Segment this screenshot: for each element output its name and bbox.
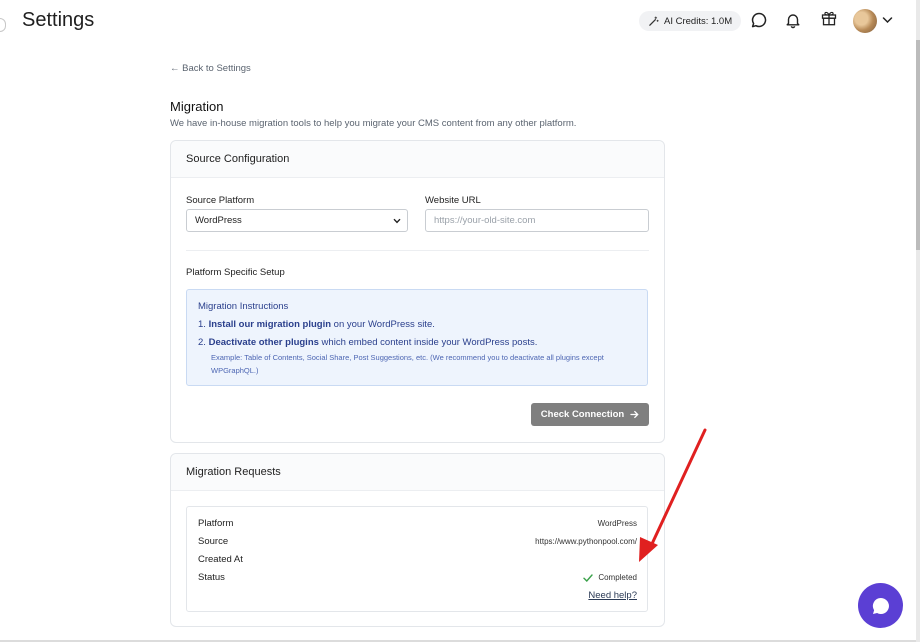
top-bar: Settings AI Credits: 1.0M <box>0 0 920 44</box>
arrow-right-icon <box>630 410 639 419</box>
status-badge: Completed <box>583 573 637 582</box>
source-key: Source <box>198 536 229 547</box>
status-value: Completed <box>598 573 637 582</box>
divider <box>186 250 649 251</box>
platform-key: Platform <box>198 518 234 529</box>
source-value: https://www.pythonpool.com/ <box>535 537 637 546</box>
migration-title: Migration <box>170 99 224 114</box>
ai-credits-badge[interactable]: AI Credits: 1.0M <box>639 11 742 31</box>
page-title: Settings <box>22 9 95 31</box>
chat-support-button[interactable] <box>858 583 903 628</box>
chat-bubble-icon <box>872 597 889 614</box>
chevron-down-icon[interactable] <box>882 16 893 24</box>
page-scrollbar[interactable] <box>916 0 920 642</box>
check-icon <box>583 573 594 582</box>
install-plugin-link[interactable]: Install our migration plugin <box>209 319 331 330</box>
website-url-input[interactable] <box>425 209 649 232</box>
card-title: Source Configuration <box>186 153 290 165</box>
chat-icon[interactable] <box>750 11 768 29</box>
check-connection-label: Check Connection <box>540 409 625 420</box>
need-help-link[interactable]: Need help? <box>588 590 637 601</box>
instruction-note: Example: Table of Contents, Social Share… <box>211 353 604 375</box>
avatar[interactable] <box>853 9 877 33</box>
migration-requests-card: Migration Requests Platform WordPress So… <box>170 453 665 627</box>
instruction-step-1: 1. Install our migration plugin on your … <box>198 319 435 330</box>
scrollbar-thumb[interactable] <box>916 40 920 250</box>
sidebar-toggle[interactable] <box>0 18 6 32</box>
magic-wand-icon <box>649 16 659 26</box>
instruction-step-2: 2. Deactivate other plugins which embed … <box>198 337 538 348</box>
card-header: Source Configuration <box>171 141 664 178</box>
source-configuration-card: Source Configuration Source Platform Wor… <box>170 140 665 443</box>
platform-value: WordPress <box>597 519 637 528</box>
platform-setup-label: Platform Specific Setup <box>186 267 285 278</box>
card-title: Migration Requests <box>186 466 281 478</box>
bell-icon[interactable] <box>784 11 802 29</box>
migration-instructions-box: Migration Instructions 1. Install our mi… <box>186 289 648 386</box>
source-platform-label: Source Platform <box>186 195 255 206</box>
card-header: Migration Requests <box>171 454 664 491</box>
ai-credits-label: AI Credits: 1.0M <box>664 15 733 27</box>
back-to-settings-link[interactable]: ← Back to Settings <box>170 63 251 74</box>
gift-icon[interactable] <box>820 9 838 27</box>
website-url-label: Website URL <box>425 195 481 206</box>
instructions-title: Migration Instructions <box>198 301 289 312</box>
check-connection-button[interactable]: Check Connection <box>531 403 649 426</box>
migration-description: We have in-house migration tools to help… <box>170 118 577 129</box>
chevron-down-icon <box>393 218 401 224</box>
source-platform-select[interactable]: WordPress <box>186 209 408 232</box>
created-at-key: Created At <box>198 554 243 565</box>
migration-request-item: Platform WordPress Source https://www.py… <box>186 506 648 612</box>
source-platform-value: WordPress <box>195 215 242 226</box>
status-key: Status <box>198 572 225 583</box>
